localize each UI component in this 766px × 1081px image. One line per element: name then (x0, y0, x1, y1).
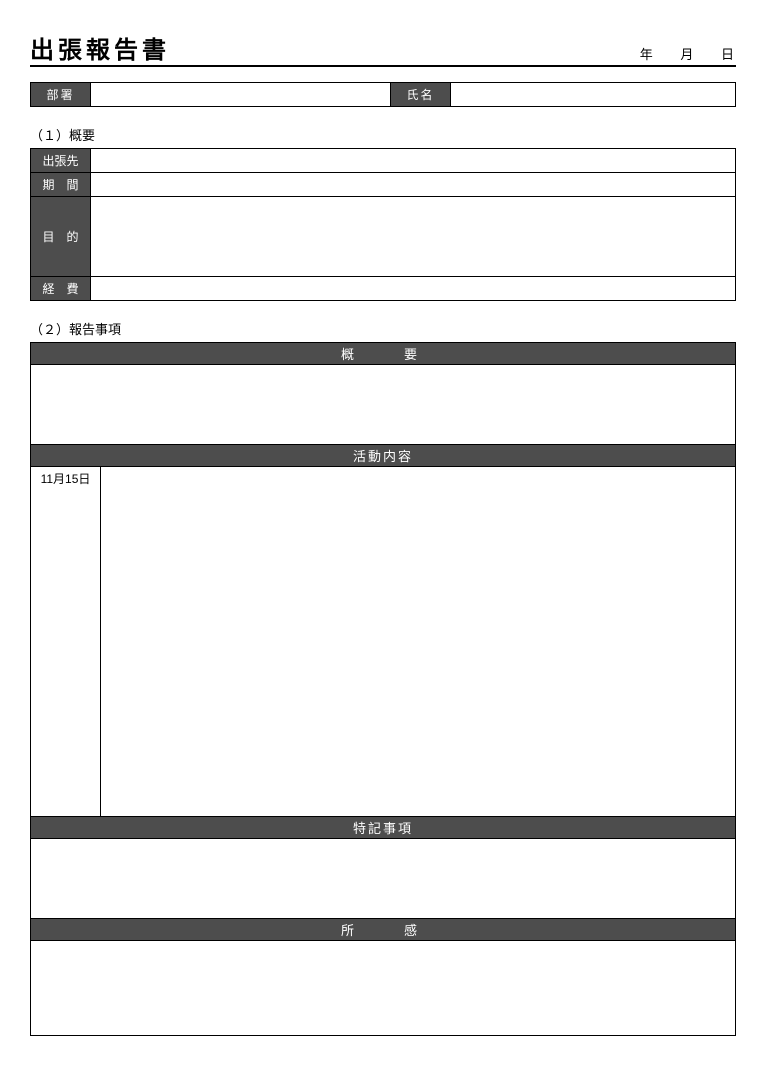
report-table: 概 要 活動内容 11月15日 特記事項 所 感 (30, 342, 736, 1036)
info-table: 部署 氏名 (30, 82, 736, 107)
date-fields: 年 月 日 (620, 44, 736, 65)
purpose-value[interactable] (91, 197, 736, 277)
expense-label: 経 費 (31, 277, 91, 301)
impression-header: 所 感 (31, 919, 736, 941)
dept-label: 部署 (31, 83, 91, 107)
notes-header: 特記事項 (31, 817, 736, 839)
summary-value[interactable] (31, 365, 736, 445)
year-label: 年 (640, 47, 655, 62)
activity-value[interactable] (101, 467, 736, 817)
name-label: 氏名 (391, 83, 451, 107)
period-value[interactable] (91, 173, 736, 197)
section2-heading: （２）報告事項 (30, 319, 736, 338)
destination-label: 出張先 (31, 149, 91, 173)
dept-value[interactable] (91, 83, 391, 107)
activity-date: 11月15日 (31, 467, 101, 817)
overview-table: 出張先 期 間 目 的 経 費 (30, 148, 736, 301)
destination-value[interactable] (91, 149, 736, 173)
month-label: 月 (680, 47, 695, 62)
summary-header: 概 要 (31, 343, 736, 365)
purpose-label: 目 的 (31, 197, 91, 277)
document-title: 出張報告書 (30, 30, 620, 65)
period-label: 期 間 (31, 173, 91, 197)
activity-header: 活動内容 (31, 445, 736, 467)
section1-heading: （１）概要 (30, 125, 736, 144)
name-value[interactable] (451, 83, 736, 107)
day-label: 日 (721, 47, 736, 62)
notes-value[interactable] (31, 839, 736, 919)
expense-value[interactable] (91, 277, 736, 301)
impression-value[interactable] (31, 941, 736, 1036)
